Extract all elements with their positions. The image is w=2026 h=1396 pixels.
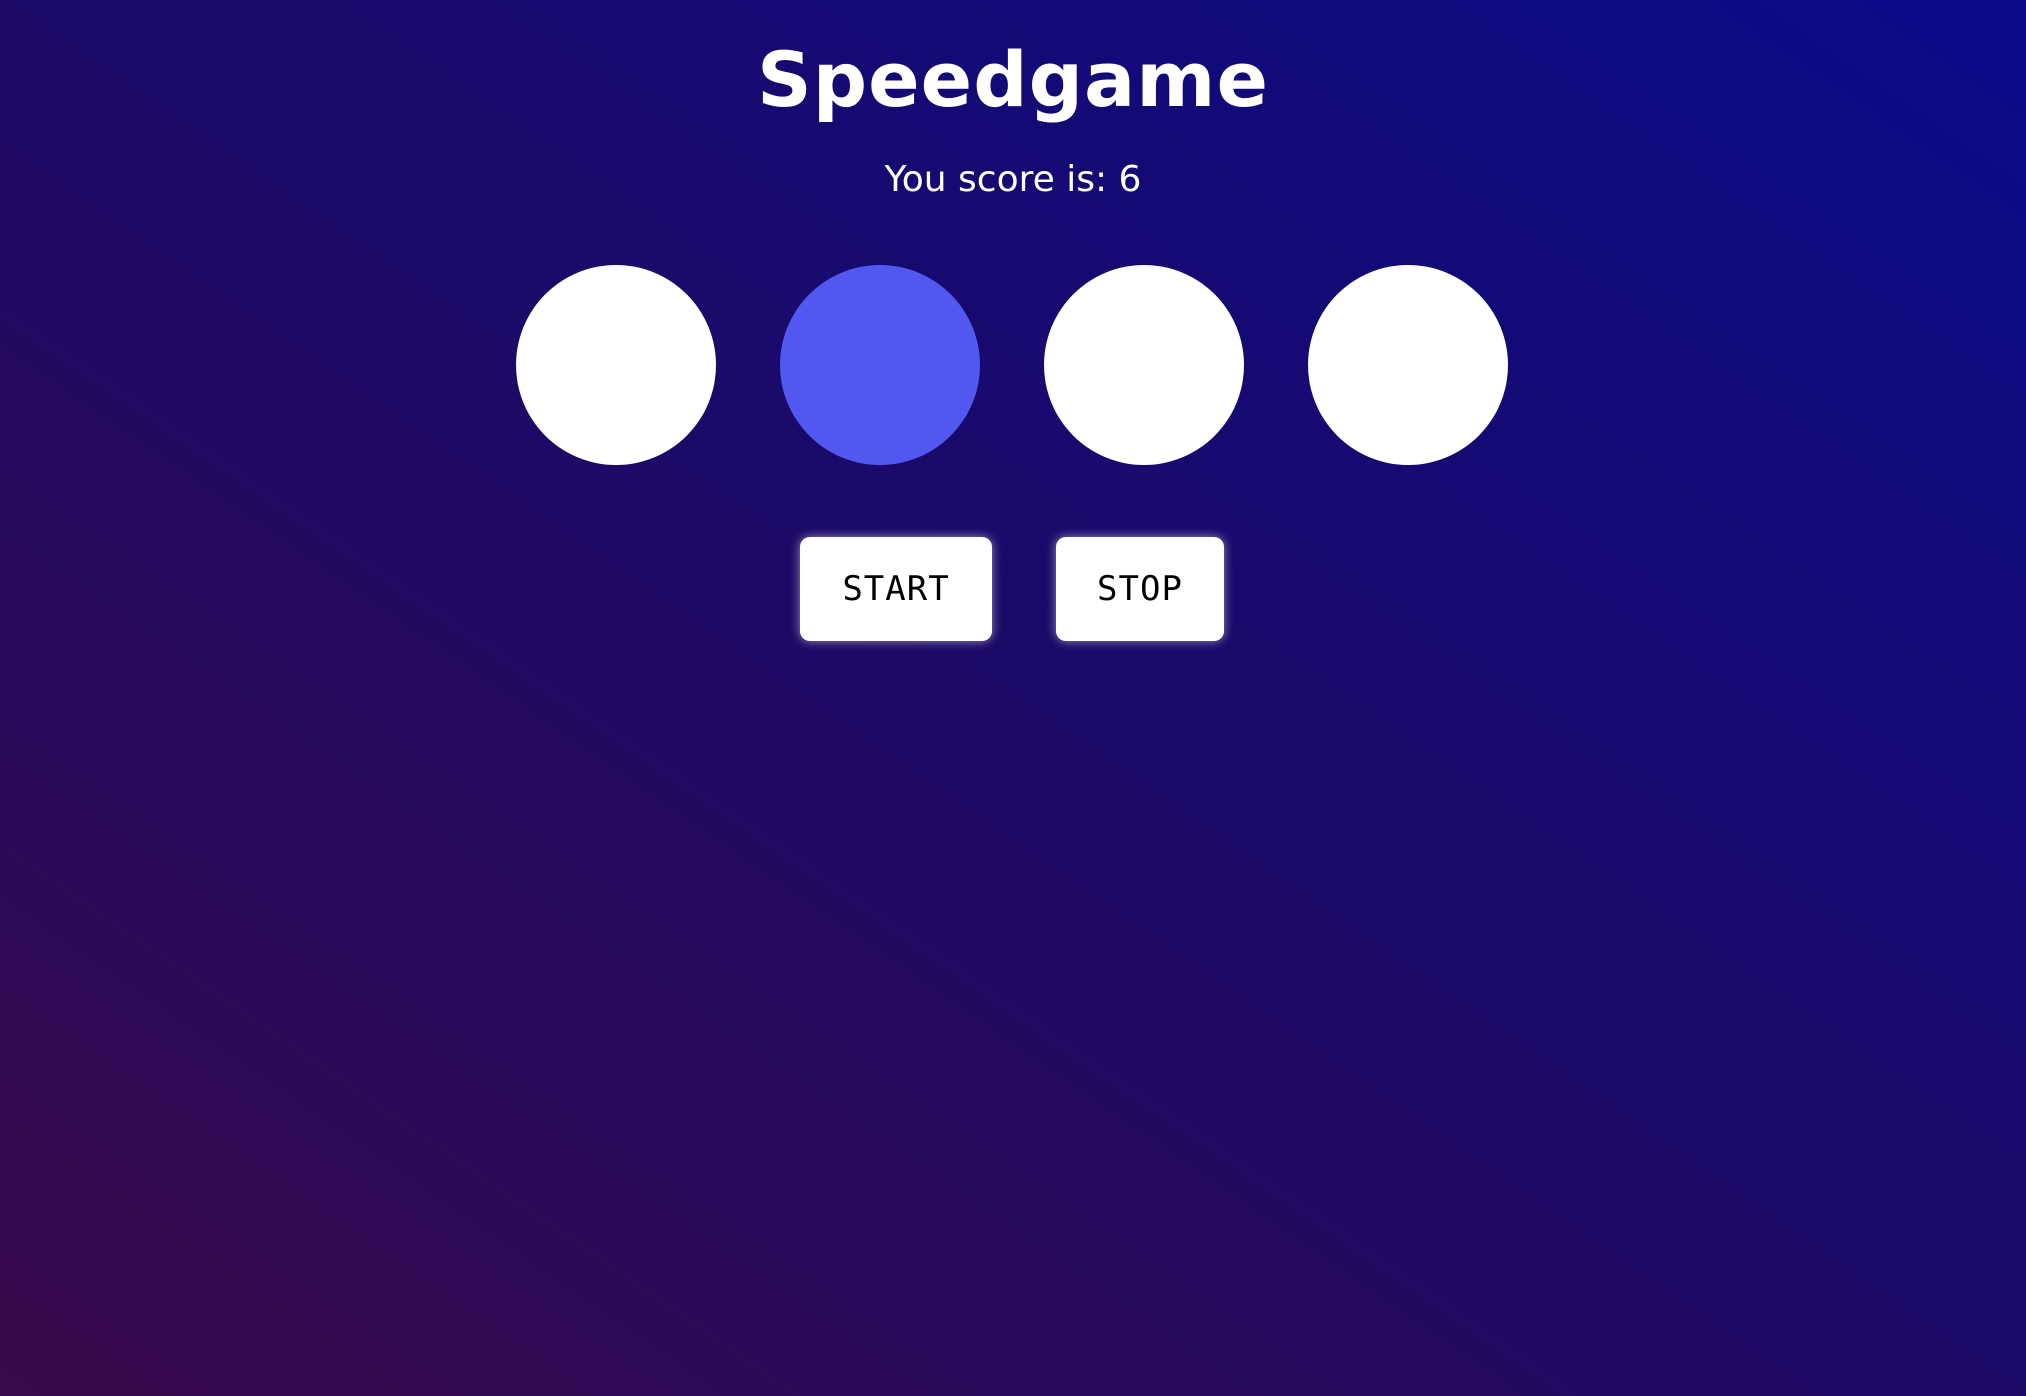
circle-4[interactable] <box>1308 265 1508 465</box>
game-container: Speedgame You score is: 6 START STOP <box>0 0 2026 1396</box>
circle-1[interactable] <box>516 265 716 465</box>
score-value: 6 <box>1118 159 1142 200</box>
score-label: You score is: <box>884 159 1108 200</box>
circle-3[interactable] <box>1044 265 1244 465</box>
score-display: You score is: 6 <box>0 158 2026 202</box>
stop-button[interactable]: STOP <box>1056 537 1224 641</box>
start-button[interactable]: START <box>800 537 992 641</box>
circle-2[interactable] <box>780 265 980 465</box>
game-title: Speedgame <box>756 35 1270 124</box>
